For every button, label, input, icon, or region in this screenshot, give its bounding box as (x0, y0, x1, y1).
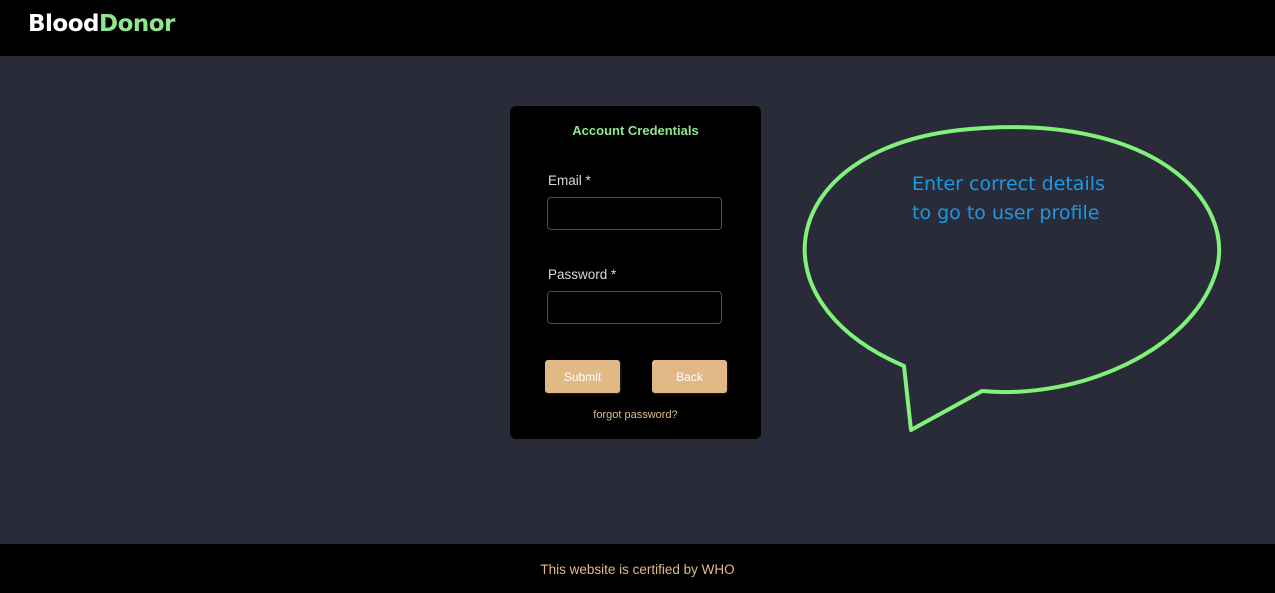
callout-line-2: to go to user profile (912, 202, 1100, 224)
speech-bubble-callout (802, 125, 1222, 432)
callout-line-1: Enter correct details (912, 173, 1105, 195)
callout-text: Enter correct details to go to user prof… (912, 170, 1172, 228)
footer-text: This website is certified by WHO (540, 562, 735, 577)
footer: This website is certified by WHO (0, 544, 1275, 593)
